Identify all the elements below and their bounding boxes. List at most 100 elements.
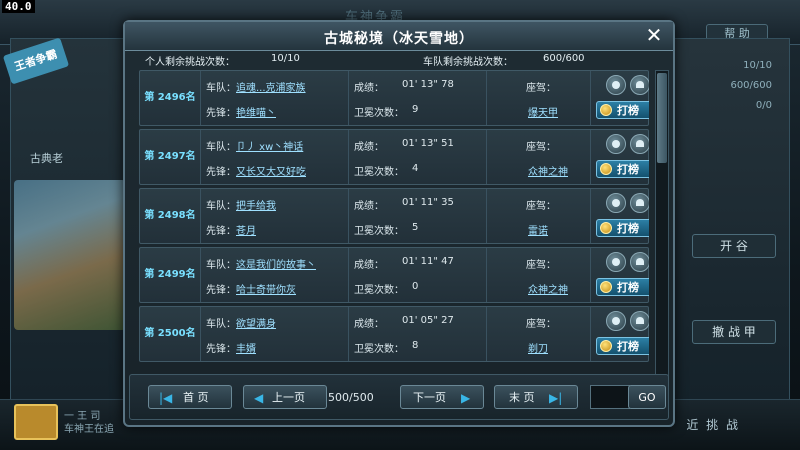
- prev-arrow-icon: ◀: [254, 391, 264, 405]
- team-name-link[interactable]: 追魂...克浦家族: [236, 79, 306, 94]
- fps-counter: 40.0: [2, 0, 35, 13]
- team-name-link[interactable]: 欲望满身: [236, 315, 276, 330]
- background-stat: 600/600: [730, 80, 772, 91]
- dialog-header: 古城秘境（冰天雪地） ✕: [125, 22, 673, 51]
- next-page-button[interactable]: 下一页 ▶: [400, 385, 484, 409]
- scroll-thumb[interactable]: [657, 73, 667, 163]
- player-info-icon[interactable]: [630, 193, 649, 213]
- defense-label: 卫冕次数：: [354, 226, 404, 237]
- prev-page-label: 上一页: [272, 391, 305, 404]
- row-divider: [486, 248, 487, 302]
- row-divider: [486, 130, 487, 184]
- defense-count: 4: [412, 163, 419, 174]
- row-divider: [348, 307, 349, 361]
- view-icon[interactable]: [606, 311, 626, 331]
- car-name-link[interactable]: 剃刀: [528, 340, 548, 355]
- team-label: 车队：: [206, 142, 236, 153]
- vanguard-label: 先锋：: [206, 108, 236, 119]
- view-icon[interactable]: [606, 252, 626, 272]
- score-value: 01' 11" 35: [402, 197, 454, 208]
- challenge-button[interactable]: 打榜: [596, 101, 649, 119]
- challenge-button[interactable]: 打榜: [596, 160, 649, 178]
- ranking-row: 第 2496名 车队： 追魂...克浦家族 先锋： 艳维喵丶 成绩： 01' 1…: [139, 70, 649, 126]
- page-indicator: 500/500: [328, 391, 374, 404]
- rank-label: 第 2496名: [140, 71, 201, 125]
- ranking-row: 第 2498名 车队： 把手给我 先锋： 苍月 成绩： 01' 11" 35 卫…: [139, 188, 649, 244]
- team-challenges-label: 车队剩余挑战次数：: [423, 57, 513, 68]
- challenge-label: 打榜: [617, 281, 639, 294]
- player-info-icon[interactable]: [630, 252, 649, 272]
- team-name-link[interactable]: 把手给我: [236, 197, 276, 212]
- ranking-dialog: 古城秘境（冰天雪地） ✕ 个人剩余挑战次数： 10/10 车队剩余挑战次数： 6…: [123, 20, 675, 427]
- player-info-icon[interactable]: [630, 75, 649, 95]
- first-page-button[interactable]: |◀ 首 页: [148, 385, 232, 409]
- player-info-icon[interactable]: [630, 134, 649, 154]
- team-challenges-value: 600/600: [543, 53, 585, 64]
- recent-challenge-label[interactable]: 近 挑 战: [686, 416, 740, 433]
- vanguard-name-link[interactable]: 苍月: [236, 222, 256, 237]
- vanguard-name-link[interactable]: 又长又大又好吃: [236, 163, 306, 178]
- ranking-list: 第 2496名 车队： 追魂...克浦家族 先锋： 艳维喵丶 成绩： 01' 1…: [139, 70, 649, 386]
- challenge-label: 打榜: [617, 163, 639, 176]
- treasure-chest-icon[interactable]: [14, 404, 58, 440]
- view-icon[interactable]: [606, 193, 626, 213]
- last-page-label: 末 页: [509, 391, 535, 404]
- ranking-row: 第 2497名 车队： 卩丿 xw丶神话 先锋： 又长又大又好吃 成绩： 01'…: [139, 129, 649, 185]
- vanguard-name-link[interactable]: 艳维喵丶: [236, 104, 276, 119]
- background-stat: 10/10: [743, 60, 772, 71]
- car-name-link[interactable]: 众神之神: [528, 281, 568, 296]
- defense-label: 卫冕次数：: [354, 285, 404, 296]
- row-divider: [486, 71, 487, 125]
- vanguard-label: 先锋：: [206, 226, 236, 237]
- pagination-bar: |◀ 首 页 ◀ 上一页 500/500 下一页 ▶ 末 页 ▶| GO: [129, 374, 669, 420]
- score-label: 成绩：: [354, 201, 384, 212]
- team-name-link[interactable]: 卩丿 xw丶神话: [236, 138, 303, 153]
- defense-count: 8: [412, 340, 419, 351]
- car-name-link[interactable]: 众神之神: [528, 163, 568, 178]
- next-page-label: 下一页: [413, 391, 446, 404]
- car-name-link[interactable]: 爆天甲: [528, 104, 558, 119]
- defense-count: 9: [412, 104, 419, 115]
- last-page-button[interactable]: 末 页 ▶|: [494, 385, 578, 409]
- vanguard-name-link[interactable]: 丰婿: [236, 340, 256, 355]
- score-label: 成绩：: [354, 319, 384, 330]
- background-button[interactable]: 撤 战 甲: [692, 320, 776, 344]
- team-name-link[interactable]: 这是我们的故事丶: [236, 256, 316, 271]
- view-icon[interactable]: [606, 75, 626, 95]
- prev-page-button[interactable]: ◀ 上一页: [243, 385, 327, 409]
- car-name-link[interactable]: 雷诺: [528, 222, 548, 237]
- car-label: 座驾：: [526, 319, 556, 330]
- row-divider: [486, 307, 487, 361]
- score-label: 成绩：: [354, 83, 384, 94]
- challenge-button[interactable]: 打榜: [596, 278, 649, 296]
- view-icon[interactable]: [606, 134, 626, 154]
- vanguard-label: 先锋：: [206, 167, 236, 178]
- go-button[interactable]: GO: [628, 385, 666, 409]
- score-value: 01' 11" 47: [402, 256, 454, 267]
- rank-label: 第 2500名: [140, 307, 201, 361]
- row-divider: [486, 189, 487, 243]
- score-value: 01' 05" 27: [402, 315, 454, 326]
- list-scrollbar[interactable]: [655, 70, 669, 384]
- background-bottom-text: 一 王 司 车神王在追: [64, 410, 114, 436]
- close-icon[interactable]: ✕: [643, 24, 665, 46]
- challenge-info-bar: 个人剩余挑战次数： 10/10 车队剩余挑战次数： 600/600: [139, 52, 659, 68]
- team-label: 车队：: [206, 83, 236, 94]
- player-info-icon[interactable]: [630, 311, 649, 331]
- challenge-label: 打榜: [617, 222, 639, 235]
- vanguard-name-link[interactable]: 哈士奇带你灰: [236, 281, 296, 296]
- challenge-button[interactable]: 打榜: [596, 219, 649, 237]
- row-divider: [590, 71, 591, 125]
- city-thumbnail: [14, 180, 126, 330]
- background-button[interactable]: 开 谷: [692, 234, 776, 258]
- bottom-text-line: 一 王 司: [64, 411, 101, 422]
- car-label: 座驾：: [526, 83, 556, 94]
- challenge-button[interactable]: 打榜: [596, 337, 649, 355]
- coin-icon: [600, 163, 612, 175]
- vanguard-label: 先锋：: [206, 285, 236, 296]
- defense-label: 卫冕次数：: [354, 167, 404, 178]
- coin-icon: [600, 281, 612, 293]
- page-number-input[interactable]: [590, 385, 630, 409]
- challenge-label: 打榜: [617, 104, 639, 117]
- background-right-panel: [658, 38, 790, 400]
